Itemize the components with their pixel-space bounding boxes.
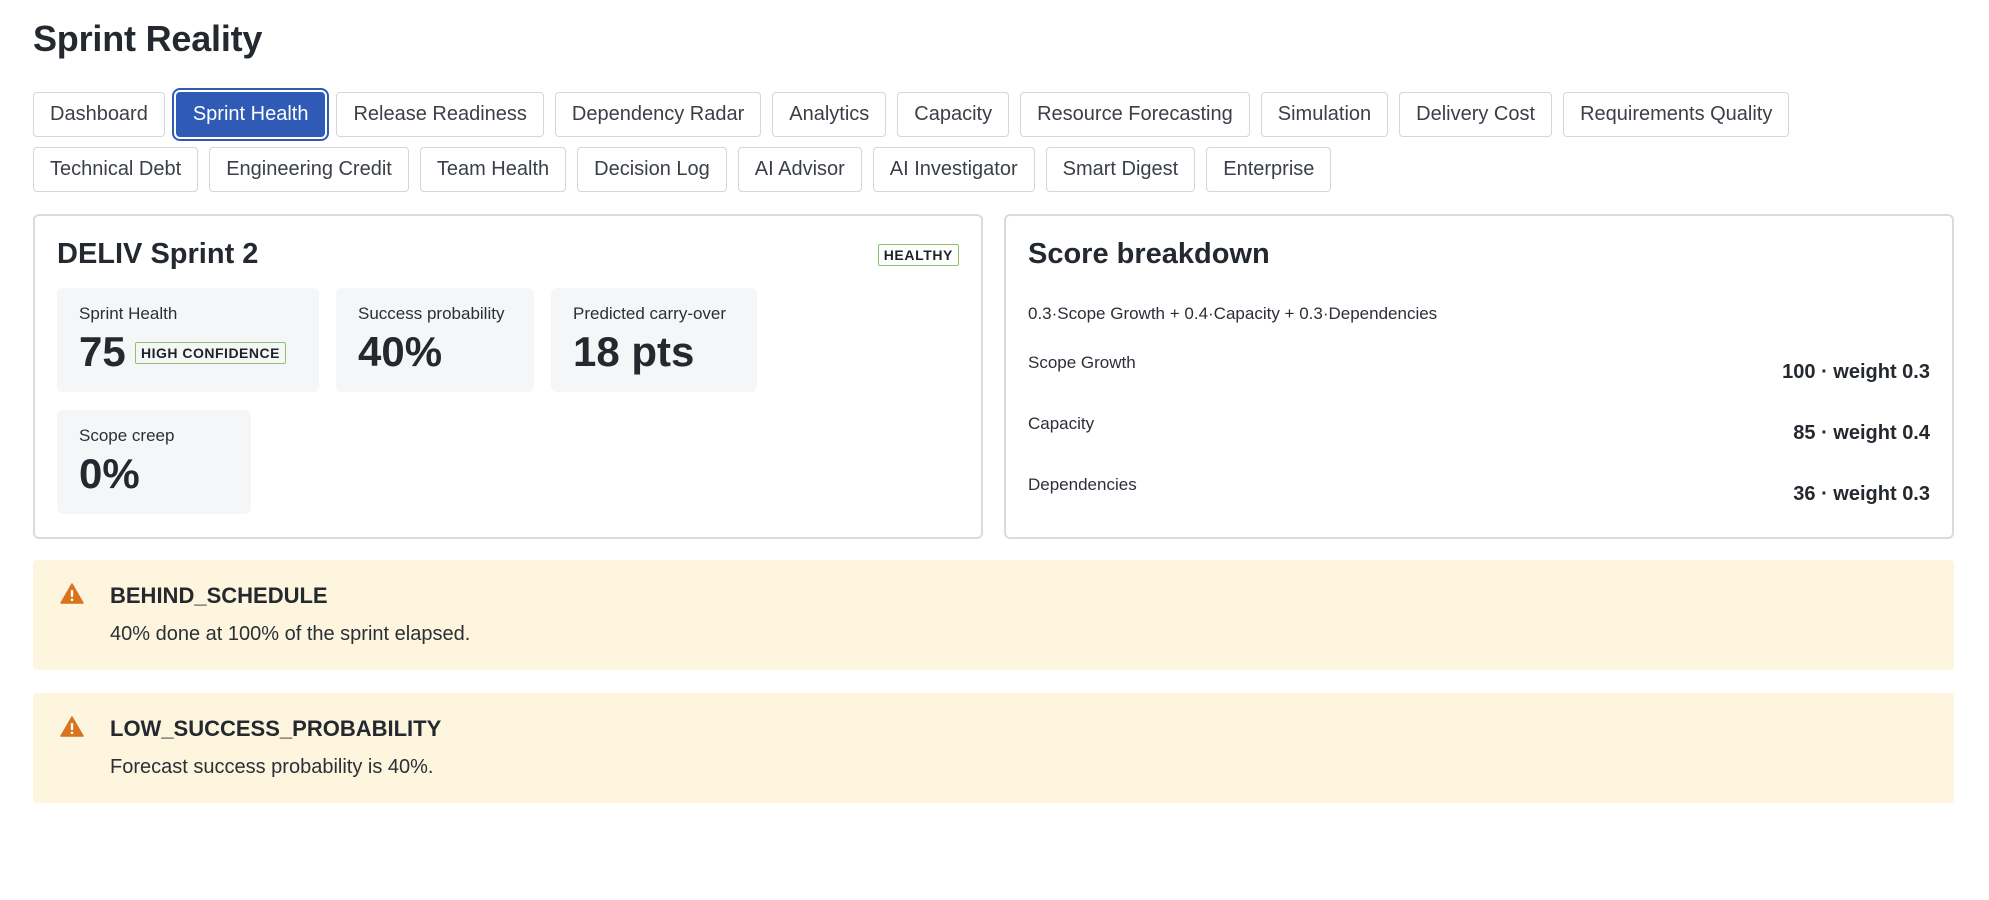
metric-value: 40% [358,328,443,375]
score-value: 36 · weight 0.3 [1793,483,1930,505]
alert-title: BEHIND_SCHEDULE [110,583,328,608]
score-row-capacity: Capacity 85 · weight 0.4 [1028,414,1930,454]
alert-low-success-probability: LOW_SUCCESS_PROBABILITY Forecast success… [33,693,1954,803]
page-title: Sprint Reality [33,18,263,59]
metric-label: Scope creep [79,426,175,445]
tab-row-1: Dashboard Sprint Health Release Readines… [33,92,1963,137]
tab-smart-digest[interactable]: Smart Digest [1045,147,1196,192]
tab-decision-log[interactable]: Decision Log [577,147,727,192]
alert-behind-schedule: BEHIND_SCHEDULE 40% done at 100% of the … [33,560,1954,670]
score-value: 100 · weight 0.3 [1782,361,1930,383]
metric-value: 0% [79,450,140,497]
tab-dependency-radar[interactable]: Dependency Radar [554,92,762,137]
tab-release-readiness[interactable]: Release Readiness [336,92,544,137]
metric-value: 18 pts [573,328,695,375]
status-badge: HEALTHY [877,244,959,266]
sprint-card: DELIV Sprint 2 HEALTHY Sprint Health 75 … [33,214,983,539]
tab-resource-forecasting[interactable]: Resource Forecasting [1020,92,1250,137]
metric-sprint-health: Sprint Health 75 HIGH CONFIDENCE [57,288,319,392]
tab-simulation[interactable]: Simulation [1260,92,1389,137]
metric-success-probability: Success probability 40% [336,288,534,392]
score-breakdown-card: Score breakdown 0.3·Scope Growth + 0.4·C… [1004,214,1954,539]
tab-dashboard[interactable]: Dashboard [33,92,165,137]
tab-ai-advisor[interactable]: AI Advisor [737,147,862,192]
score-name: Capacity [1028,414,1095,433]
score-row-dependencies: Dependencies 36 · weight 0.3 [1028,475,1930,515]
tab-delivery-cost[interactable]: Delivery Cost [1399,92,1553,137]
alert-message: 40% done at 100% of the sprint elapsed. [110,623,471,645]
tab-row-2: Technical Debt Engineering Credit Team H… [33,147,1963,192]
warning-icon [60,716,84,737]
tab-bar: Dashboard Sprint Health Release Readines… [33,92,1963,202]
score-value: 85 · weight 0.4 [1793,422,1930,444]
metric-label: Sprint Health [79,304,178,323]
alert-message: Forecast success probability is 40%. [110,756,434,778]
tab-requirements-quality[interactable]: Requirements Quality [1563,92,1790,137]
metric-value: 75 [79,328,126,375]
alert-title: LOW_SUCCESS_PROBABILITY [110,716,442,741]
tab-analytics[interactable]: Analytics [772,92,887,137]
metric-label: Success probability [358,304,505,323]
tab-ai-investigator[interactable]: AI Investigator [872,147,1035,192]
tab-sprint-health[interactable]: Sprint Health [175,92,326,137]
score-title: Score breakdown [1028,238,1270,270]
metric-label: Predicted carry-over [573,304,727,323]
metric-scope-creep: Scope creep 0% [57,410,251,514]
tab-engineering-credit[interactable]: Engineering Credit [209,147,409,192]
tab-technical-debt[interactable]: Technical Debt [33,147,199,192]
tab-team-health[interactable]: Team Health [419,147,567,192]
tab-capacity[interactable]: Capacity [897,92,1010,137]
warning-icon [60,583,84,604]
score-row-scope-growth: Scope Growth 100 · weight 0.3 [1028,353,1930,393]
metric-carry-over: Predicted carry-over 18 pts [551,288,757,392]
tab-enterprise[interactable]: Enterprise [1206,147,1332,192]
score-formula: 0.3·Scope Growth + 0.4·Capacity + 0.3·De… [1028,304,1438,323]
score-name: Dependencies [1028,475,1137,494]
sprint-title: DELIV Sprint 2 [57,238,259,270]
score-name: Scope Growth [1028,353,1136,372]
confidence-badge: HIGH CONFIDENCE [135,342,286,364]
